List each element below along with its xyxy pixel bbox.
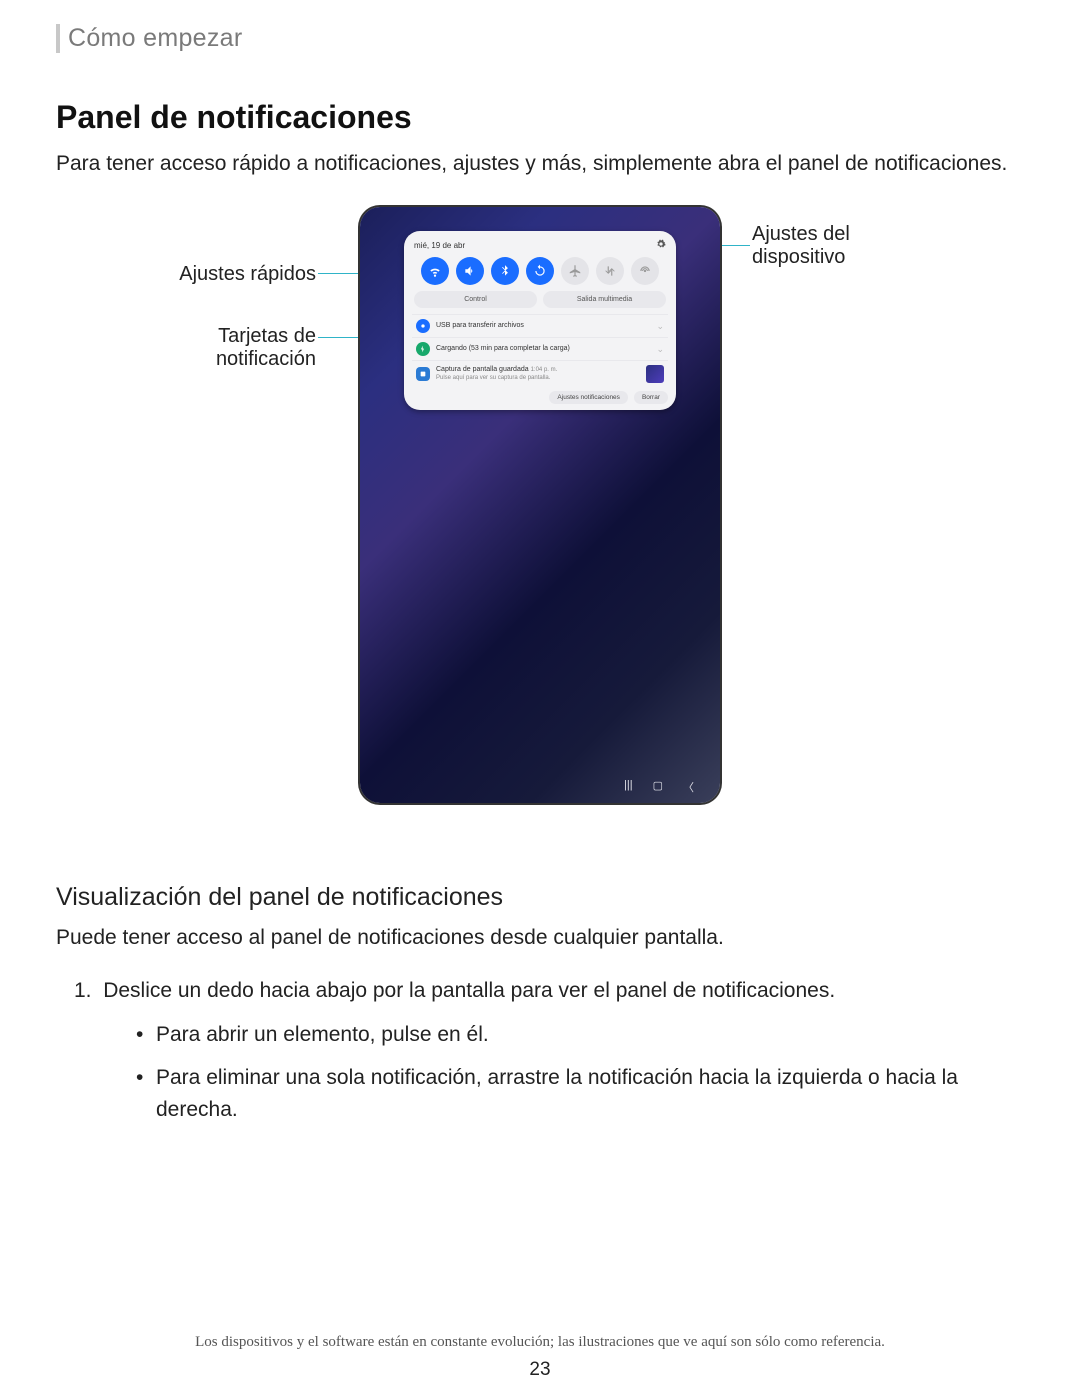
body-paragraph: Puede tener acceso al panel de notificac… xyxy=(56,922,1024,953)
notification-panel: mié, 19 de abr Control Salida multimedia xyxy=(404,231,676,410)
notification-item[interactable]: Captura de pantalla guardada 1:04 p. m. … xyxy=(412,360,668,387)
notification-item[interactable]: USB para transferir archivos ⌄ xyxy=(412,314,668,337)
notification-title: Captura de pantalla guardada xyxy=(436,366,529,373)
callout-device-settings: Ajustes del dispositivo xyxy=(752,223,992,269)
callout-text-line2: dispositivo xyxy=(752,246,845,268)
hotspot-icon[interactable] xyxy=(631,257,659,285)
chevron-down-icon: ⌄ xyxy=(656,344,664,355)
notification-subtitle: Pulse aquí para ver su captura de pantal… xyxy=(436,375,550,381)
notification-text: Cargando (53 min para completar la carga… xyxy=(436,345,650,353)
gear-icon[interactable] xyxy=(656,239,666,251)
callout-text-line1: Ajustes del xyxy=(752,223,850,245)
notification-settings-button[interactable]: Ajustes notificaciones xyxy=(549,391,628,404)
notification-item[interactable]: Cargando (53 min para completar la carga… xyxy=(412,337,668,360)
callout-text-line1: Tarjetas de xyxy=(218,325,316,347)
screenshot-thumbnail xyxy=(646,365,664,383)
tablet-mockup: mié, 19 de abr Control Salida multimedia xyxy=(360,207,720,803)
step-number: 1. xyxy=(74,979,92,1002)
callout-quick-settings: Ajustes rápidos xyxy=(56,263,316,286)
screenshot-icon xyxy=(416,367,430,381)
callout-text-line2: notificación xyxy=(216,348,316,370)
wifi-icon[interactable] xyxy=(421,257,449,285)
recents-icon[interactable]: ||| xyxy=(624,779,633,795)
rotate-icon[interactable] xyxy=(526,257,554,285)
panel-date: mié, 19 de abr xyxy=(414,241,465,250)
chevron-down-icon: ⌄ xyxy=(656,321,664,332)
footnote: Los dispositivos y el software están en … xyxy=(0,1334,1080,1351)
usb-icon xyxy=(416,319,430,333)
step-item: 1. Deslice un dedo hacia abajo por la pa… xyxy=(74,975,1024,1125)
notification-text: USB para transferir archivos xyxy=(436,322,650,330)
home-icon[interactable]: ▢ xyxy=(653,779,663,795)
page-number: 23 xyxy=(0,1359,1080,1381)
breadcrumb: Cómo empezar xyxy=(56,24,1024,53)
quick-settings-row xyxy=(412,257,668,291)
sound-icon[interactable] xyxy=(456,257,484,285)
page-title: Panel de notificaciones xyxy=(56,99,1024,136)
system-navbar: ||| ▢ 〈 xyxy=(360,779,720,795)
notification-time: 1:04 p. m. xyxy=(531,367,558,373)
charging-icon xyxy=(416,342,430,356)
intro-paragraph: Para tener acceso rápido a notificacione… xyxy=(56,148,1024,179)
step-text: Deslice un dedo hacia abajo por la panta… xyxy=(103,979,835,1002)
section-heading: Visualización del panel de notificacione… xyxy=(56,883,1024,912)
data-icon[interactable] xyxy=(596,257,624,285)
airplane-icon[interactable] xyxy=(561,257,589,285)
back-icon[interactable]: 〈 xyxy=(683,779,694,795)
figure-notification-panel: Ajustes rápidos Tarjetas de notificación… xyxy=(56,207,1024,847)
bullet-item: Para eliminar una sola notificación, arr… xyxy=(136,1062,1024,1125)
clear-button[interactable]: Borrar xyxy=(634,391,668,404)
segment-media-output[interactable]: Salida multimedia xyxy=(543,291,666,308)
bullet-item: Para abrir un elemento, pulse en él. xyxy=(136,1019,1024,1051)
bluetooth-icon[interactable] xyxy=(491,257,519,285)
segment-control[interactable]: Control xyxy=(414,291,537,308)
callout-notification-cards: Tarjetas de notificación xyxy=(56,325,316,371)
